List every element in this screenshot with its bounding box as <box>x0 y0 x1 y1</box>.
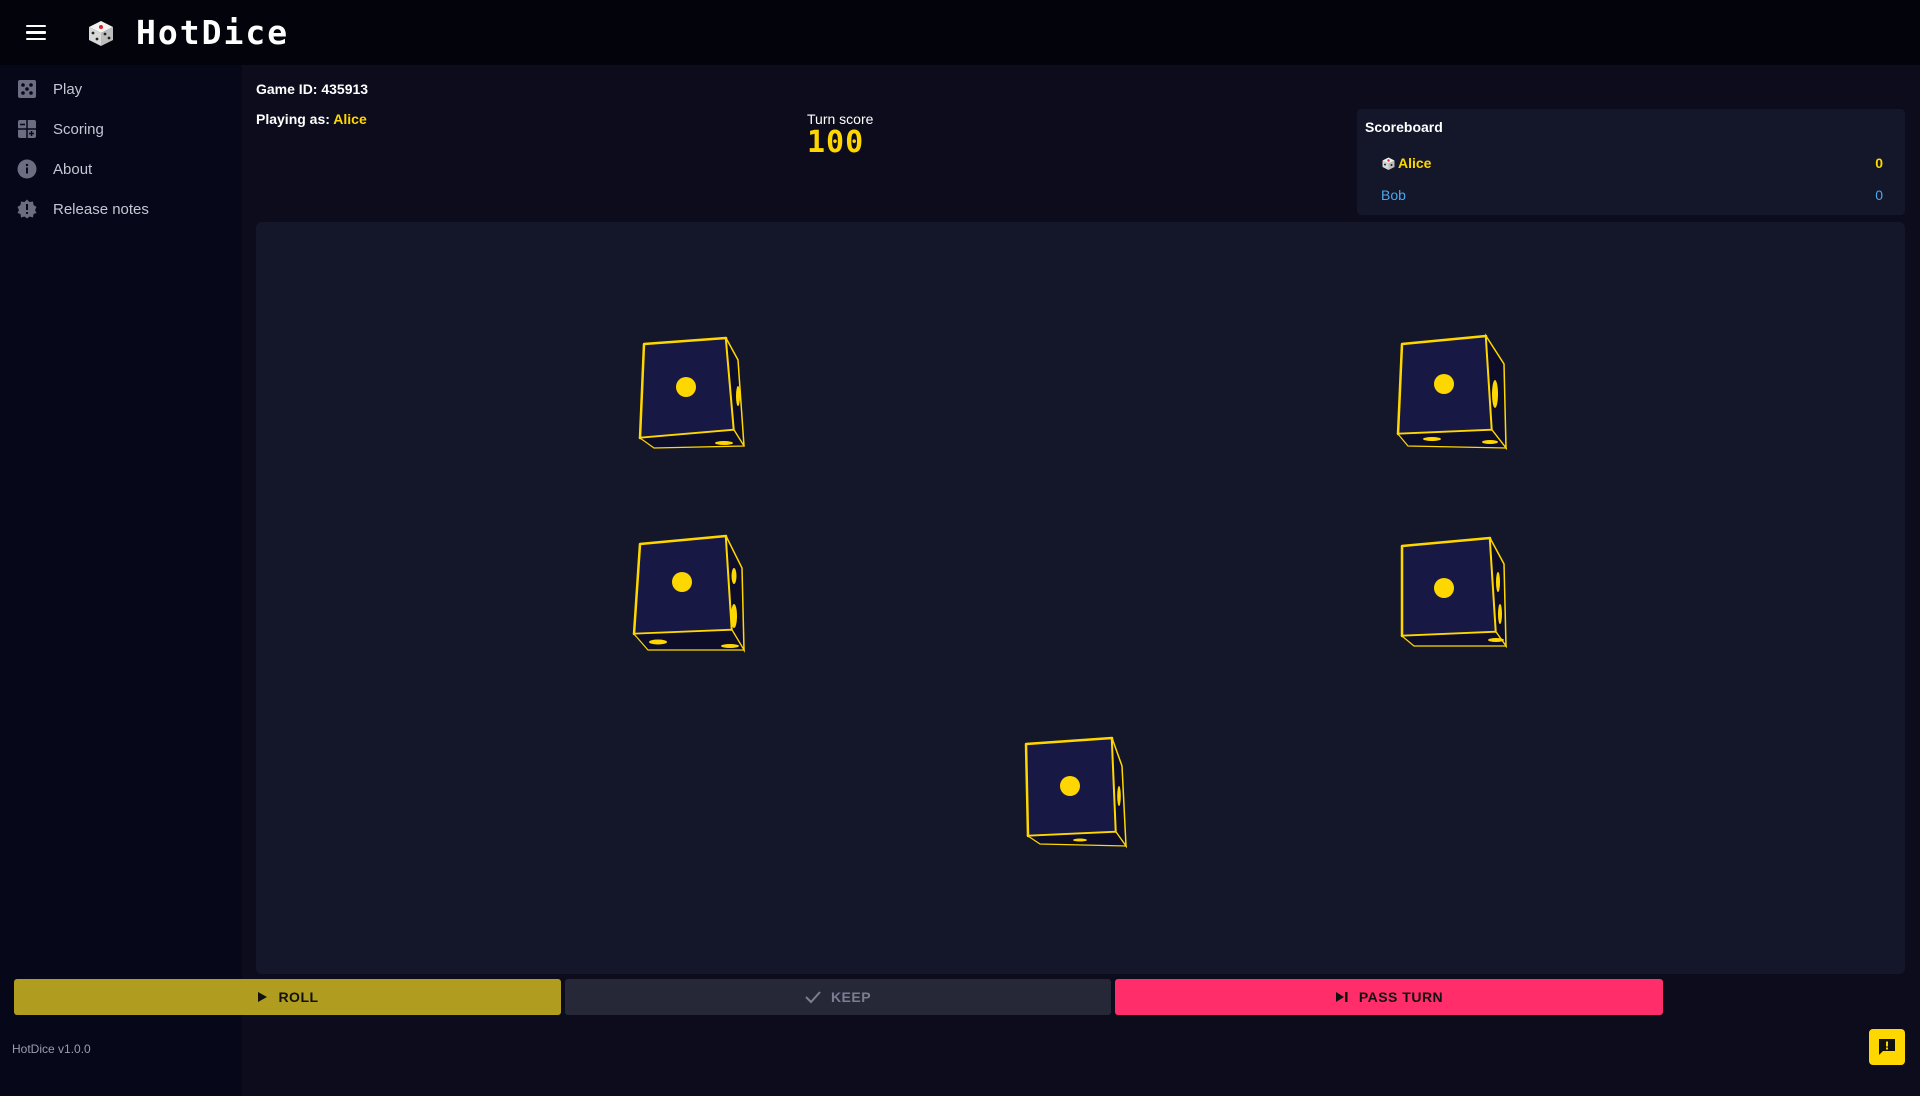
active-player-dice-icon <box>1382 157 1395 170</box>
sidebar-item-label: About <box>53 160 93 178</box>
turn-score-panel: Turn score 100 <box>807 111 873 159</box>
feedback-button[interactable] <box>1869 1029 1905 1065</box>
roll-button-label: ROLL <box>278 989 319 1005</box>
player-name: Bob <box>1381 187 1406 203</box>
playing-as-label: Playing as: <box>256 111 334 127</box>
info-icon <box>16 158 38 180</box>
roll-button[interactable]: ROLL <box>14 979 561 1015</box>
keep-button[interactable]: KEEP <box>565 979 1111 1015</box>
badge-icon <box>16 198 38 220</box>
current-player-name: Alice <box>333 111 367 127</box>
die[interactable] <box>1396 532 1516 652</box>
player-score: 0 <box>1875 187 1883 203</box>
player-name: Alice <box>1398 155 1432 171</box>
scoring-grid-icon <box>16 118 38 140</box>
die[interactable] <box>630 532 754 656</box>
app-title: HotDice <box>136 13 290 52</box>
player-score: 0 <box>1875 155 1883 171</box>
playing-as: Playing as: Alice <box>256 111 367 127</box>
top-app-bar: HotDice <box>0 0 1920 65</box>
game-id: Game ID: 435913 <box>256 81 369 97</box>
die[interactable] <box>1394 332 1514 452</box>
skip-next-icon <box>1335 992 1348 1002</box>
game-area: Game ID: 435913 Playing as: Alice Turn s… <box>242 65 1920 1096</box>
sidebar-item-scoring[interactable]: Scoring <box>0 109 242 149</box>
sidebar-item-about[interactable]: About <box>0 149 242 189</box>
sidebar-item-play[interactable]: Play <box>0 69 242 109</box>
pass-turn-button[interactable]: PASS TURN <box>1115 979 1663 1015</box>
menu-icon[interactable] <box>18 15 54 51</box>
play-icon <box>258 992 268 1002</box>
pass-turn-button-label: PASS TURN <box>1358 989 1444 1005</box>
dice-board <box>256 222 1905 974</box>
check-icon <box>805 991 821 1004</box>
scoreboard-row: Bob 0 <box>1365 179 1897 211</box>
sidebar-item-label: Play <box>53 80 83 98</box>
app-version: HotDice v1.0.0 <box>12 1042 91 1056</box>
sidebar-item-label: Scoring <box>53 120 104 138</box>
turn-score-value: 100 <box>807 125 865 160</box>
feedback-icon <box>1879 1039 1895 1055</box>
scoreboard: Scoreboard Alice 0 Bob 0 <box>1357 109 1905 215</box>
keep-button-label: KEEP <box>830 989 872 1005</box>
die[interactable] <box>1020 734 1140 854</box>
scoreboard-row: Alice 0 <box>1365 147 1897 179</box>
sidebar: Play Scoring About Release notes HotDice… <box>0 65 242 1096</box>
scoreboard-title: Scoreboard <box>1365 119 1443 135</box>
dice-logo-icon <box>89 20 113 46</box>
dice-grid-icon <box>16 78 38 100</box>
sidebar-item-release-notes[interactable]: Release notes <box>0 189 242 229</box>
die[interactable] <box>634 334 754 454</box>
sidebar-item-label: Release notes <box>53 200 149 218</box>
